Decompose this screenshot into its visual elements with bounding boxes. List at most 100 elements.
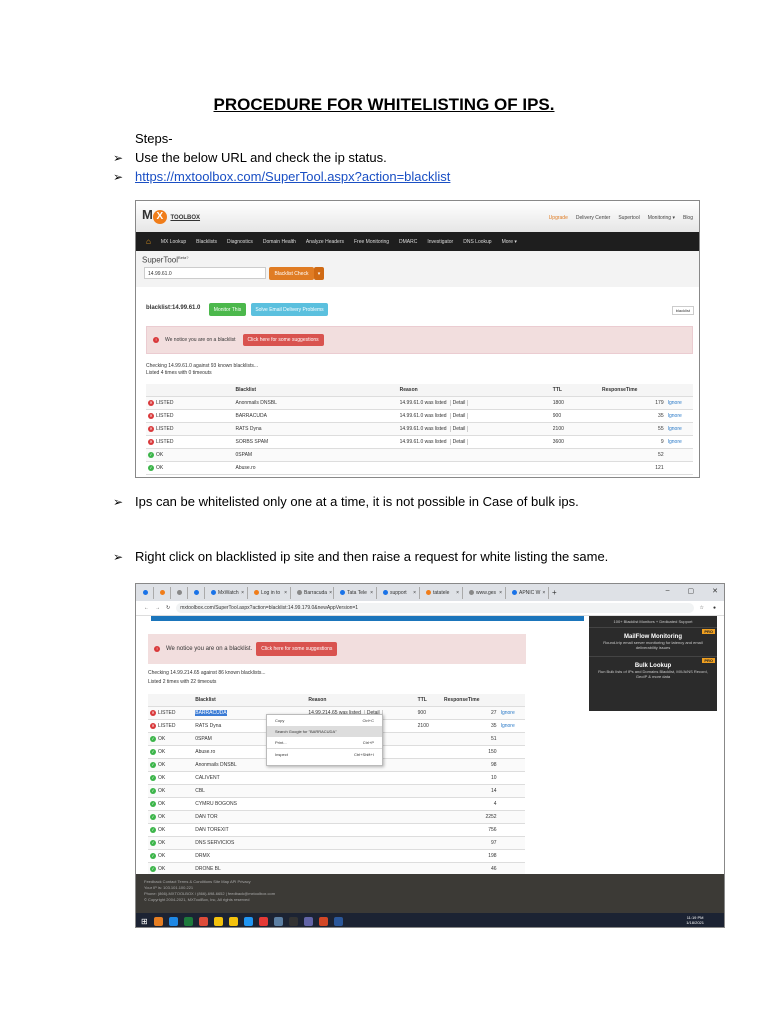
taskbar-app-icon[interactable] <box>318 916 328 926</box>
browser-tab[interactable]: Barracuda × <box>294 586 334 599</box>
context-menu-item[interactable]: Inspect Ctrl+Shift+I <box>267 748 382 759</box>
tab-close-icon[interactable]: × <box>241 590 244 596</box>
browser-tab[interactable]: Log in to × <box>251 586 291 599</box>
detail-button[interactable]: Detail <box>449 439 469 445</box>
nav-item[interactable]: Diagnostics <box>227 239 253 245</box>
taskbar-app-icon[interactable] <box>228 916 238 926</box>
taskbar-app-icon[interactable] <box>303 916 313 926</box>
taskbar-app-icon[interactable] <box>198 916 208 926</box>
mxtoolbox-link[interactable]: https://mxtoolbox.com/SuperTool.aspx?act… <box>135 169 450 184</box>
tab-close-icon[interactable]: × <box>370 590 373 596</box>
pro-badge: PRO <box>702 629 715 634</box>
tab-close-icon[interactable]: × <box>413 590 416 596</box>
browser-tab[interactable] <box>157 586 171 599</box>
status-cell: ✓ OK <box>148 775 193 781</box>
taskbar-app-icon[interactable] <box>183 916 193 926</box>
monitor-this-button[interactable]: Monitor This <box>209 303 246 316</box>
browser-tab[interactable] <box>174 586 188 599</box>
blacklist-name: DAN TOREXIT <box>195 827 229 833</box>
menu-label: Inspect <box>275 751 288 757</box>
beta-label[interactable]: Beta? <box>178 255 188 260</box>
browser-tab[interactable] <box>140 586 154 599</box>
taskbar-app-icon[interactable] <box>243 916 253 926</box>
back-icon[interactable]: ← <box>144 605 149 611</box>
reload-icon[interactable]: ↻ <box>166 605 170 611</box>
blacklist-chip[interactable]: blacklist <box>671 306 694 315</box>
tab-close-icon[interactable]: × <box>499 590 502 596</box>
maximize-button[interactable]: ▢ <box>688 587 695 595</box>
browser-tab[interactable]: MxWatch × <box>208 586 248 599</box>
solve-email-button[interactable]: Solve Email Delivery Problems <box>251 303 328 316</box>
ignore-link[interactable]: Ignore <box>666 413 693 419</box>
context-menu-item[interactable]: Search Google for "BARRACUDA" <box>267 726 382 737</box>
domain-input[interactable]: 14.99.61.0 <box>144 267 266 279</box>
status-cell: ✕ LISTED <box>146 413 234 419</box>
nav-item[interactable]: Free Monitoring <box>354 239 389 245</box>
nav-item[interactable]: Blacklists <box>196 239 217 245</box>
browser-tab[interactable] <box>191 586 205 599</box>
check-dropdown-button[interactable]: ▾ <box>314 267 324 280</box>
browser-tab[interactable]: Tata Tele × <box>337 586 377 599</box>
minimize-button[interactable]: – <box>666 587 670 595</box>
listed-x-icon: ✕ <box>148 439 154 445</box>
taskbar-app-icon[interactable] <box>168 916 178 926</box>
detail-button[interactable]: Detail <box>449 426 469 432</box>
taskbar-app-icon[interactable] <box>288 916 298 926</box>
tab-favicon-icon <box>512 590 517 595</box>
detail-button[interactable]: Detail <box>449 400 469 406</box>
tab-close-icon[interactable]: × <box>456 590 459 596</box>
browser-tab[interactable]: tatatele × <box>423 586 463 599</box>
browser-tab[interactable]: www.ges × <box>466 586 506 599</box>
browser-tab[interactable]: APNIC W × <box>509 586 549 599</box>
clock[interactable]: 11:19 PM 1/18/2021 <box>686 915 704 925</box>
table-row: ✓ OK CALIVENT 10 <box>148 772 525 785</box>
browser-tab[interactable]: support × <box>380 586 420 599</box>
ignore-link[interactable]: Ignore <box>499 710 525 716</box>
steps-label: Steps- <box>135 131 173 146</box>
nav-item[interactable]: More ▾ <box>502 239 517 245</box>
tab-close-icon[interactable]: × <box>329 590 332 596</box>
top-link[interactable]: Supertool <box>618 215 639 221</box>
taskbar-app-icon[interactable] <box>258 916 268 926</box>
tab-close-icon[interactable]: × <box>542 590 545 596</box>
forward-icon[interactable]: → <box>155 605 160 611</box>
star-icon[interactable]: ☆ <box>700 605 704 611</box>
nav-item[interactable]: Analyze Headers <box>306 239 344 245</box>
alert-icon: ! <box>153 337 159 343</box>
taskbar-app-icon[interactable] <box>333 916 343 926</box>
response-time: 97 <box>491 840 497 846</box>
nav-item[interactable]: Investigator <box>427 239 453 245</box>
start-icon[interactable]: ⊞ <box>141 917 148 926</box>
taskbar-app-icon[interactable] <box>153 916 163 926</box>
tab-close-icon[interactable]: × <box>284 590 287 596</box>
ignore-link[interactable]: Ignore <box>666 439 693 445</box>
taskbar-app-icon[interactable] <box>213 916 223 926</box>
nav-item[interactable]: Domain Health <box>263 239 296 245</box>
close-button[interactable]: ✕ <box>712 587 718 595</box>
nav-item[interactable]: DMARC <box>399 239 417 245</box>
top-link[interactable]: Blog <box>683 215 693 221</box>
ignore-link[interactable]: Ignore <box>666 426 693 432</box>
new-tab-button[interactable]: + <box>552 588 557 597</box>
top-link[interactable]: Monitoring ▾ <box>648 215 675 221</box>
checking-text: Checking 14.99.61.0 against 93 known bla… <box>146 363 259 369</box>
top-link[interactable]: Upgrade <box>549 215 568 221</box>
nav-item[interactable]: MX Lookup <box>161 239 186 245</box>
response-time: 35 <box>658 413 664 419</box>
nav-item[interactable]: DNS Lookup <box>463 239 491 245</box>
ignore-link[interactable]: Ignore <box>666 400 693 406</box>
tab-title: support <box>390 589 407 596</box>
ignore-link[interactable]: Ignore <box>499 723 525 729</box>
context-menu-item[interactable]: Copy Ctrl+C <box>267 715 382 726</box>
url-field[interactable]: mxtoolbox.com/SuperTool.aspx?action=blac… <box>176 603 694 613</box>
home-icon[interactable]: ⌂ <box>146 237 151 246</box>
profile-icon[interactable]: ● <box>713 605 716 611</box>
blacklist-check-button[interactable]: Blacklist Check <box>269 267 314 280</box>
top-link[interactable]: Delivery Center <box>576 215 610 221</box>
table-row: ✓ OK Abuse.ro 121 <box>146 462 693 475</box>
detail-button[interactable]: Detail <box>449 413 469 419</box>
suggestions-button[interactable]: Click here for some suggestions <box>242 334 324 346</box>
taskbar-app-icon[interactable] <box>273 916 283 926</box>
context-menu-item[interactable]: Print... Ctrl+P <box>267 737 382 748</box>
suggestions-button[interactable]: Click here for some suggestions <box>256 642 338 656</box>
